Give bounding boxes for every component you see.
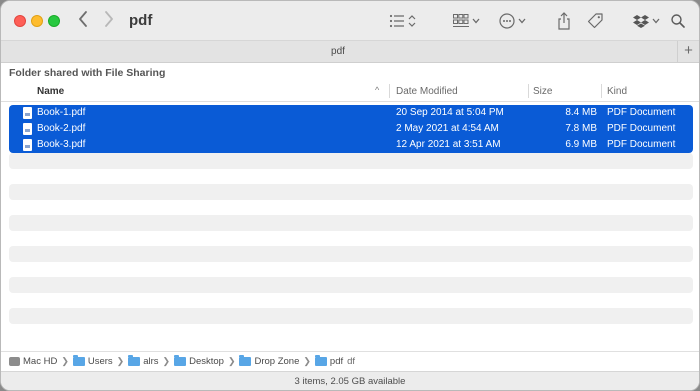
status-bar: 3 items, 2.05 GB available [1, 371, 699, 390]
disk-icon [9, 357, 20, 366]
toolbar: pdf [1, 1, 699, 41]
chevron-down-icon [472, 18, 480, 24]
column-divider[interactable] [601, 84, 602, 98]
grid-icon [453, 14, 469, 27]
empty-row-stripe [9, 308, 693, 324]
action-menu-button[interactable] [499, 11, 526, 31]
path-item-label: Desktop [189, 356, 224, 367]
folder-icon [174, 355, 187, 366]
dropbox-button[interactable] [633, 11, 660, 31]
path-item-label: Drop Zone [254, 356, 300, 367]
empty-row-stripe [9, 277, 693, 293]
path-bar: Mac HD ❯ Users ❯ alrs ❯ Desktop ❯ Drop Z… [1, 351, 699, 371]
path-item-users[interactable]: Users [72, 355, 113, 367]
file-date: 12 Apr 2021 at 3:51 AM [396, 139, 501, 150]
tab-pdf[interactable]: pdf [1, 46, 675, 57]
folder-icon [72, 355, 85, 366]
search-button[interactable] [671, 11, 685, 31]
updown-chevron-icon [408, 15, 416, 27]
file-row[interactable]: Book-1.pdf 20 Sep 2014 at 5:04 PM 8.4 MB… [9, 105, 693, 121]
column-divider[interactable] [389, 84, 390, 98]
new-tab-button[interactable]: + [677, 41, 699, 62]
empty-row-stripe [9, 153, 693, 169]
empty-row-stripe [9, 184, 693, 200]
file-date: 2 May 2021 at 4:54 AM [396, 123, 499, 134]
group-button[interactable] [453, 11, 480, 31]
tags-button[interactable] [587, 11, 603, 31]
list-view-icon [389, 14, 404, 28]
column-date-modified[interactable]: Date Modified [396, 86, 458, 97]
sort-ascending-icon: ^ [375, 85, 380, 95]
chevron-left-icon [79, 11, 87, 27]
finder-window: pdf pdf + Folder shared with File Sharin… [0, 0, 700, 391]
ellipsis-circle-icon [499, 13, 515, 29]
column-kind[interactable]: Kind [607, 86, 627, 97]
share-button[interactable] [557, 11, 571, 31]
file-list: Folder shared with File Sharing Name ^ D… [1, 63, 699, 346]
pdf-file-icon [23, 139, 32, 151]
path-item-pdf[interactable]: pdf [314, 355, 344, 367]
empty-row-stripe [9, 215, 693, 231]
folder-icon [239, 355, 252, 366]
pdf-file-icon [23, 123, 32, 135]
chevron-right-icon: ❯ [61, 356, 69, 366]
path-item-label: pdf [329, 356, 344, 367]
path-item-label: alrs [143, 356, 159, 367]
chevron-right-icon: ❯ [303, 356, 311, 366]
file-row[interactable]: Book-2.pdf 2 May 2021 at 4:54 AM 7.8 MB … [9, 121, 693, 137]
rows: Book-1.pdf 20 Sep 2014 at 5:04 PM 8.4 MB… [9, 105, 693, 153]
file-name: Book-2.pdf [37, 123, 86, 134]
file-date: 20 Sep 2014 at 5:04 PM [396, 107, 504, 118]
minimize-button[interactable] [31, 15, 43, 27]
dropbox-icon [633, 15, 649, 28]
back-button[interactable] [75, 11, 91, 31]
chevron-right-icon [105, 11, 113, 27]
file-row[interactable]: Book-3.pdf 12 Apr 2021 at 3:51 AM 6.9 MB… [9, 137, 693, 153]
pdf-file-icon [23, 107, 32, 119]
path-item-alrs[interactable]: alrs [128, 355, 159, 367]
path-item-label: Mac HD [23, 356, 58, 367]
forward-button[interactable] [101, 11, 117, 31]
file-kind: PDF Document [607, 139, 676, 150]
file-name: Book-1.pdf [37, 107, 86, 118]
file-size: 6.9 MB [565, 139, 597, 150]
file-name: Book-3.pdf [37, 139, 86, 150]
path-item-desktop[interactable]: Desktop [174, 355, 224, 367]
section-title: Folder shared with File Sharing [9, 67, 166, 79]
column-header: Name ^ Date Modified Size Kind [1, 80, 699, 102]
close-button[interactable] [14, 15, 26, 27]
chevron-down-icon [518, 18, 526, 24]
share-icon [558, 12, 570, 30]
empty-row-stripe [9, 246, 693, 262]
path-item-label: Users [87, 356, 113, 367]
file-kind: PDF Document [607, 107, 676, 118]
file-kind: PDF Document [607, 123, 676, 134]
folder-icon [314, 355, 327, 366]
column-size[interactable]: Size [533, 86, 552, 97]
search-icon [671, 14, 685, 28]
path-item-drop-zone[interactable]: Drop Zone [239, 355, 300, 367]
file-size: 8.4 MB [565, 107, 597, 118]
column-name[interactable]: Name [37, 86, 64, 97]
tab-bar: pdf + [1, 41, 699, 63]
zoom-button[interactable] [48, 15, 60, 27]
folder-icon [128, 355, 141, 366]
chevron-down-icon [652, 18, 660, 24]
chevron-right-icon: ❯ [227, 356, 236, 366]
path-item-mac-hd[interactable]: Mac HD [9, 356, 57, 367]
window-title: pdf [129, 12, 153, 29]
view-options-button[interactable] [389, 11, 416, 31]
tag-icon [587, 13, 603, 29]
column-divider[interactable] [528, 84, 529, 98]
path-extra-text: df [347, 356, 356, 367]
chevron-right-icon: ❯ [162, 356, 171, 366]
chevron-right-icon: ❯ [116, 356, 125, 366]
file-size: 7.8 MB [565, 123, 597, 134]
